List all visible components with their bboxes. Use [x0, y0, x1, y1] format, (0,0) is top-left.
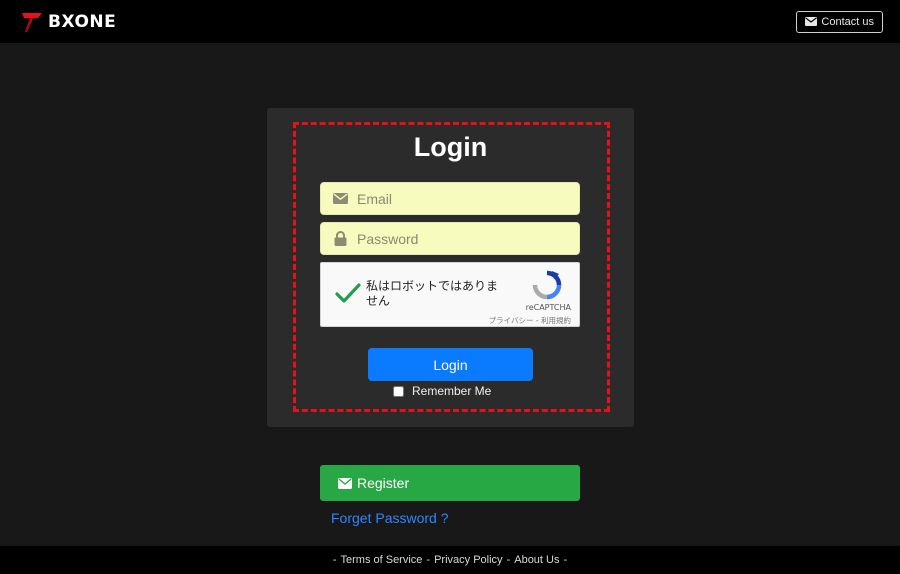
- footer-dash: -: [506, 554, 511, 566]
- login-button[interactable]: Login: [368, 348, 533, 381]
- captcha-privacy-link[interactable]: プライバシー: [489, 316, 534, 325]
- brand-name: BXONE: [48, 11, 117, 32]
- login-title: Login: [413, 132, 488, 162]
- captcha-link-separator: -: [533, 316, 541, 325]
- captcha-links: プライバシー - 利用規約: [489, 315, 571, 326]
- envelope-icon: [332, 193, 348, 204]
- recaptcha-brand: reCAPTCHA: [525, 303, 571, 312]
- remember-me-checkbox[interactable]: [393, 385, 404, 397]
- privacy-policy-link[interactable]: Privacy Policy: [434, 554, 502, 566]
- recaptcha-widget: 私はロボットではありません reCAPTCHA プライバシー - 利用規約: [320, 262, 580, 327]
- password-input[interactable]: [357, 230, 567, 247]
- logo-mark-icon: [22, 12, 42, 32]
- remember-me-label: Remember Me: [412, 384, 492, 398]
- contact-us-label: Contact us: [821, 15, 874, 28]
- lock-icon: [332, 231, 348, 246]
- register-button[interactable]: Register: [320, 465, 580, 501]
- remember-me[interactable]: Remember Me: [393, 384, 491, 398]
- captcha-label: 私はロボットではありません: [366, 279, 499, 308]
- brand-logo[interactable]: BXONE: [20, 10, 116, 34]
- forget-password-link[interactable]: Forget Password ?: [331, 510, 449, 526]
- footer-dash: -: [332, 554, 337, 566]
- email-input[interactable]: [357, 190, 567, 207]
- page: BXONE Contact us Login Email 私はロボットではありま…: [0, 0, 900, 574]
- email-field[interactable]: [320, 182, 580, 215]
- captcha-checkmark-icon[interactable]: [335, 282, 361, 309]
- footer: - Terms of Service - Privacy Policy - Ab…: [0, 546, 900, 574]
- terms-of-service-link[interactable]: Terms of Service: [341, 554, 423, 566]
- recaptcha-logo-icon: [532, 270, 562, 305]
- about-us-link[interactable]: About Us: [514, 554, 559, 566]
- password-field[interactable]: [320, 222, 580, 255]
- top-navbar: BXONE Contact us: [0, 0, 900, 43]
- envelope-icon: [338, 477, 352, 489]
- captcha-terms-link[interactable]: 利用規約: [541, 316, 571, 325]
- footer-dash: -: [426, 554, 431, 566]
- footer-dash: -: [563, 554, 568, 566]
- register-label: Register: [357, 475, 410, 491]
- envelope-icon: [805, 17, 818, 26]
- contact-us-button[interactable]: Contact us: [796, 10, 883, 33]
